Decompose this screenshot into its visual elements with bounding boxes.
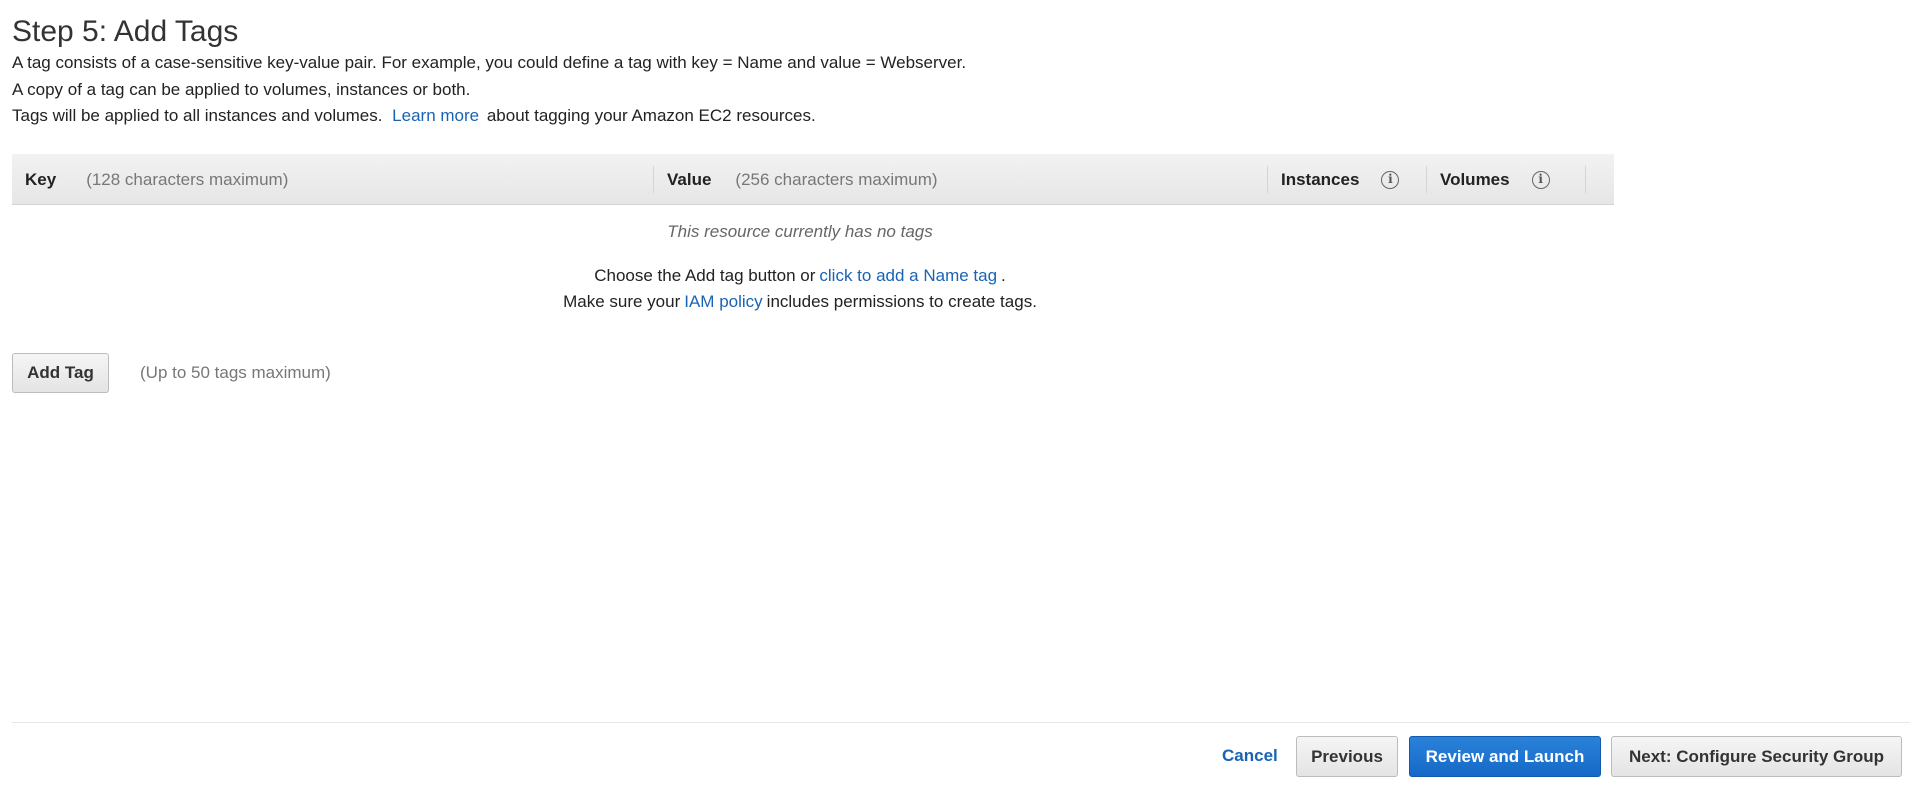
add-tag-instructions: Choose the Add tag button or click to add… (12, 266, 1588, 286)
choose-period: . (1001, 266, 1006, 285)
intro-line-2: A copy of a tag can be applied to volume… (12, 80, 471, 99)
page-title: Step 5: Add Tags (12, 15, 239, 48)
add-name-tag-link[interactable]: click to add a Name tag (819, 266, 997, 285)
column-header-value: Value (256 characters maximum) (653, 166, 938, 193)
cancel-link[interactable]: Cancel (1222, 746, 1278, 766)
add-tags-page: Step 5: Add Tags A tag consists of a cas… (0, 0, 1920, 802)
value-column-hint: (256 characters maximum) (735, 169, 938, 189)
key-column-label: Key (25, 169, 57, 189)
intro-line-3-text: Tags will be applied to all instances an… (12, 106, 383, 125)
intro-line-3-suffix: about tagging your Amazon EC2 resources. (486, 106, 816, 125)
instances-column-label: Instances (1281, 169, 1360, 189)
no-tags-message: This resource currently has no tags (667, 222, 933, 241)
previous-button[interactable]: Previous (1296, 736, 1398, 777)
iam-policy-note: Make sure your IAM policy includes permiss… (12, 292, 1588, 312)
volumes-column-label: Volumes (1440, 169, 1510, 189)
iam-text-after: includes permissions to create tags. (766, 292, 1037, 311)
next-configure-security-group-button[interactable]: Next: Configure Security Group (1611, 736, 1902, 777)
volumes-info-icon[interactable]: i (1531, 170, 1550, 189)
review-and-launch-button[interactable]: Review and Launch (1409, 736, 1601, 777)
column-header-volumes: Volumes i (1426, 166, 1550, 193)
tags-table-header: Key (128 characters maximum) Value (256 … (12, 154, 1614, 205)
add-tag-button[interactable]: Add Tag (12, 353, 109, 393)
column-header-instances: Instances i (1267, 166, 1400, 193)
iam-policy-link[interactable]: IAM policy (684, 292, 762, 311)
column-divider (1585, 166, 1586, 193)
add-tag-limit-hint: (Up to 50 tags maximum) (140, 363, 331, 382)
key-column-hint: (128 characters maximum) (86, 169, 289, 189)
value-column-label: Value (667, 169, 712, 189)
intro-line-3: Tags will be applied to all instances an… (12, 105, 816, 127)
intro-line-1: A tag consists of a case-sensitive key-v… (12, 53, 967, 72)
choose-text: Choose the Add tag button or (594, 266, 816, 285)
column-header-key: Key (128 characters maximum) (25, 154, 288, 205)
instances-info-icon[interactable]: i (1381, 170, 1400, 189)
footer-divider (12, 722, 1910, 723)
learn-more-link[interactable]: Learn more (392, 106, 479, 125)
iam-text-before: Make sure your (563, 292, 681, 311)
